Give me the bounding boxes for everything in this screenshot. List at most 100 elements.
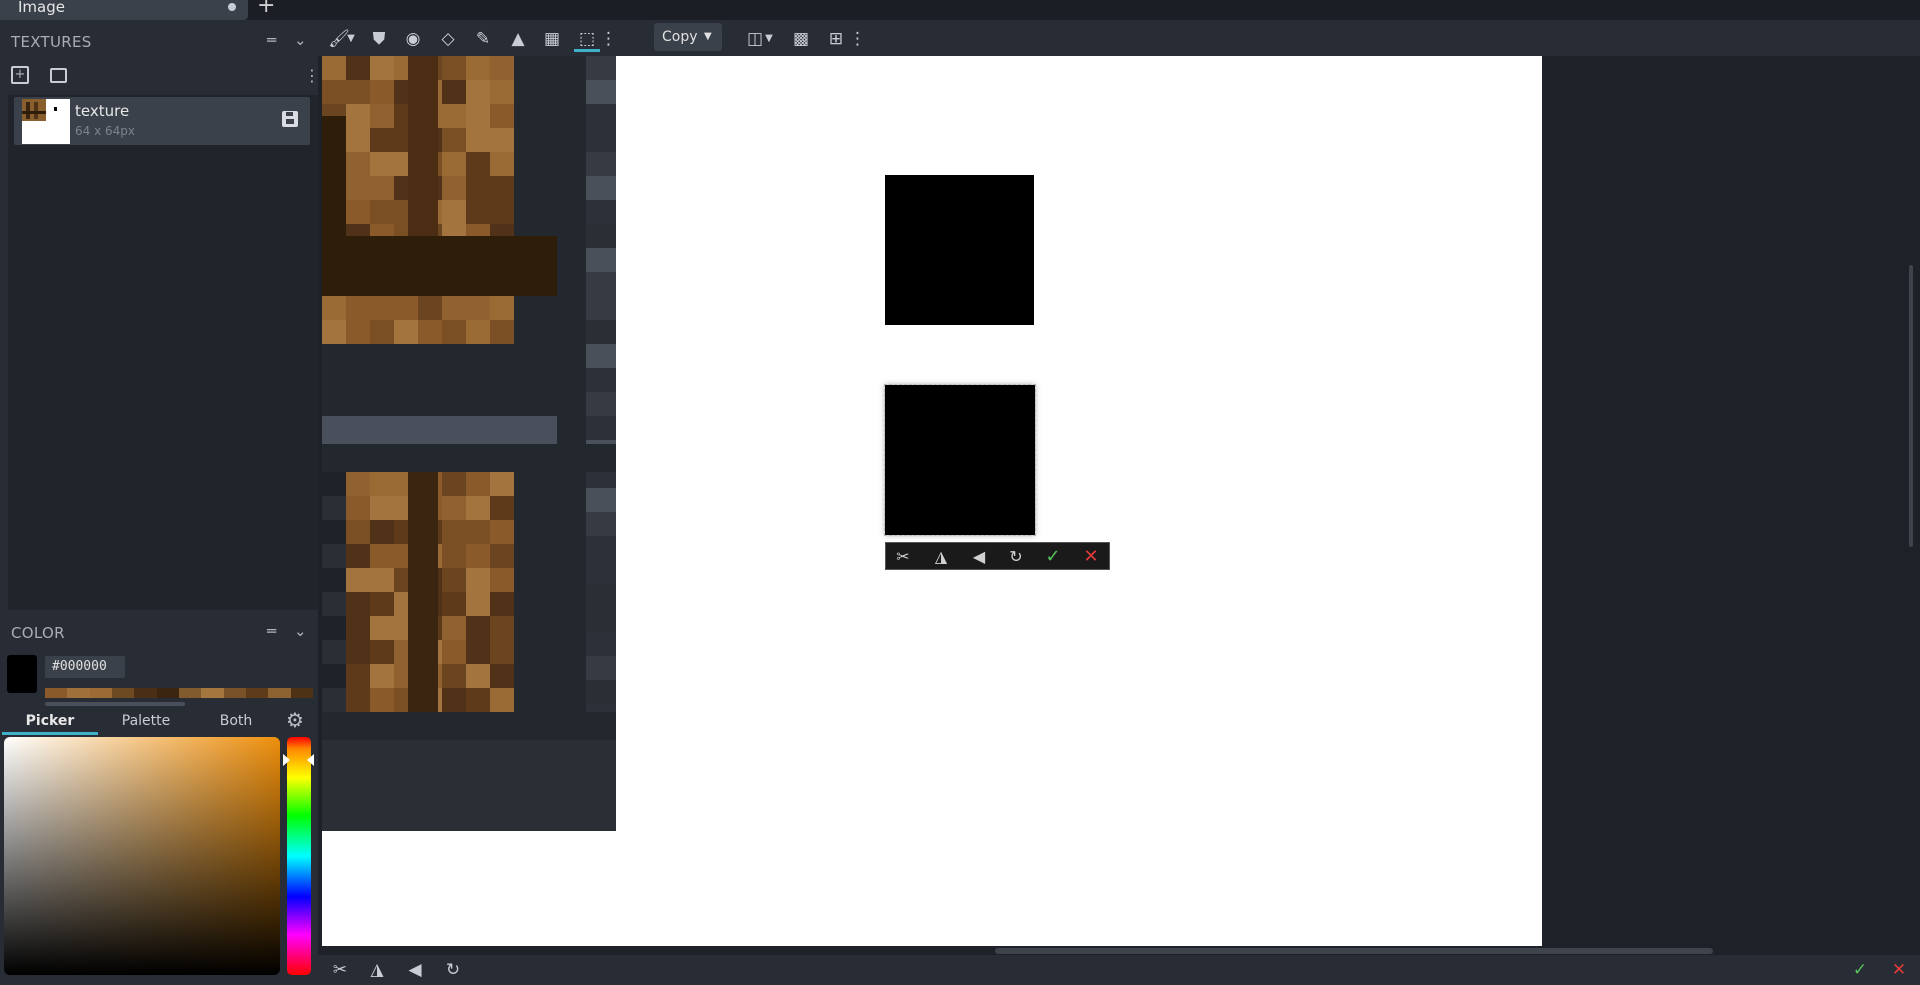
chevron-down-icon[interactable]: ▼ — [762, 26, 776, 52]
texture-pixel — [418, 320, 442, 344]
vertical-scrollbar[interactable] — [1909, 265, 1913, 547]
texture-pixel — [466, 664, 490, 688]
tab-palette[interactable]: Palette — [98, 707, 194, 735]
hex-color-input[interactable]: #000000 — [45, 656, 125, 678]
recent-color-swatch[interactable] — [268, 688, 291, 698]
hue-slider-handle[interactable] — [307, 754, 314, 766]
texture-pixel — [322, 80, 346, 104]
add-tab-button[interactable]: + — [257, 0, 277, 17]
rotate-icon[interactable]: ↻ — [440, 957, 466, 983]
import-image-icon[interactable] — [50, 68, 67, 83]
recent-color-swatch[interactable] — [245, 688, 269, 698]
texture-pixel — [466, 296, 490, 320]
texture-pixel — [346, 568, 370, 592]
texture-pixel — [370, 616, 394, 640]
unsaved-dot-icon[interactable] — [228, 3, 236, 11]
recent-color-swatch[interactable] — [134, 688, 157, 698]
recent-color-swatch[interactable] — [67, 688, 90, 698]
cancel-icon[interactable]: ✕ — [1078, 545, 1104, 569]
confirm-icon[interactable]: ✓ — [1040, 545, 1066, 569]
texture-pixel — [370, 320, 394, 344]
chevron-down-icon[interactable]: ⌄ — [294, 31, 307, 49]
grid-icon[interactable]: ⊞ — [823, 26, 849, 52]
texture-pixel — [490, 592, 514, 616]
texture-pixel — [490, 296, 514, 320]
texture-pixel — [490, 496, 514, 520]
tab-both[interactable]: Both — [196, 707, 276, 735]
panel-menu-icon[interactable]: ═ — [267, 31, 276, 49]
flip-horizontal-icon[interactable]: ◮ — [928, 545, 954, 569]
flip-vertical-icon[interactable]: ◀ — [966, 545, 992, 569]
copy-mode-select[interactable]: Copy ▼ — [654, 23, 722, 51]
stamp-icon[interactable]: ⛊ — [366, 26, 392, 52]
transform-floating-toolbar: ✂ ◮ ◀ ↻ ✓ ✕ — [885, 542, 1110, 570]
hue-slider-handle[interactable] — [283, 754, 290, 766]
recent-color-swatch[interactable] — [156, 688, 179, 698]
shapes-icon[interactable]: ▲ — [505, 26, 531, 52]
flip-vertical-icon[interactable]: ◀ — [402, 957, 428, 983]
texture-thumbnail — [22, 99, 70, 144]
texture-pixel — [442, 472, 466, 496]
transform-icon[interactable]: ⬚ — [574, 26, 600, 52]
cut-icon[interactable]: ✂ — [327, 957, 353, 983]
recent-color-swatch[interactable] — [201, 688, 224, 698]
texture-pixel — [586, 584, 616, 608]
texture-pixel — [322, 664, 346, 688]
texture-pixel — [466, 56, 490, 80]
recent-colors-strip[interactable] — [45, 688, 313, 698]
texture-pixel — [442, 176, 466, 200]
texture-pixel — [394, 320, 418, 344]
add-texture-icon[interactable]: + — [11, 66, 29, 84]
panel-menu-icon[interactable]: ═ — [267, 622, 276, 640]
texture-pixel — [370, 472, 394, 496]
texture-pixel — [586, 152, 616, 176]
more-options-icon[interactable]: ⋮ — [600, 26, 617, 52]
recent-color-swatch[interactable] — [178, 688, 202, 698]
texture-pixel — [370, 296, 394, 320]
texture-pixel — [346, 200, 370, 224]
recent-colors-scrollbar[interactable] — [45, 702, 185, 706]
recent-color-swatch[interactable] — [111, 688, 135, 698]
recent-color-swatch[interactable] — [223, 688, 246, 698]
texture-pixel — [490, 616, 514, 640]
fill-icon[interactable]: ◉ — [400, 26, 426, 52]
confirm-icon[interactable]: ✓ — [1847, 957, 1873, 983]
texture-pixel — [346, 176, 370, 200]
cancel-icon[interactable]: ✕ — [1886, 957, 1912, 983]
texture-pixel — [322, 444, 616, 472]
saturation-value-picker[interactable] — [4, 737, 280, 975]
chevron-down-icon[interactable]: ▼ — [344, 26, 358, 52]
recent-color-swatch[interactable] — [45, 688, 68, 698]
eraser-icon[interactable]: ◇ — [435, 26, 461, 52]
texture-pixel — [442, 104, 466, 128]
flip-horizontal-icon[interactable]: ◮ — [364, 957, 390, 983]
recent-color-swatch[interactable] — [290, 688, 313, 698]
save-icon[interactable] — [282, 111, 298, 127]
recent-color-swatch[interactable] — [89, 688, 112, 698]
texture-pixel — [370, 496, 394, 520]
texture-pixel — [370, 664, 394, 688]
chevron-down-icon[interactable]: ⌄ — [294, 622, 307, 640]
gear-icon[interactable]: ⚙ — [286, 708, 304, 732]
gradient-icon[interactable]: ▦ — [539, 26, 565, 52]
texture-pixel — [322, 520, 346, 544]
hue-slider[interactable] — [287, 737, 311, 975]
more-options-icon[interactable]: ⋮ — [849, 26, 866, 52]
texture-pixel — [490, 200, 514, 224]
document-tab[interactable]: Image — [0, 0, 248, 20]
color-panel-title: COLOR — [11, 624, 65, 642]
horizontal-scrollbar[interactable] — [995, 948, 1713, 954]
checkerboard-icon[interactable]: ▩ — [788, 26, 814, 52]
rotate-icon[interactable]: ↻ — [1003, 545, 1029, 569]
black-pixel-region — [885, 175, 1034, 325]
texture-pixel — [394, 296, 418, 320]
tab-picker[interactable]: Picker — [2, 707, 98, 735]
eyedropper-icon[interactable]: ✎ — [470, 26, 496, 52]
texture-pixel — [322, 688, 346, 712]
texture-pixel — [586, 104, 616, 128]
cut-icon[interactable]: ✂ — [890, 545, 916, 569]
texture-pixel — [586, 200, 616, 224]
transform-selection[interactable] — [884, 384, 1036, 536]
current-color-swatch[interactable] — [7, 655, 37, 693]
texture-pixel — [346, 320, 370, 344]
